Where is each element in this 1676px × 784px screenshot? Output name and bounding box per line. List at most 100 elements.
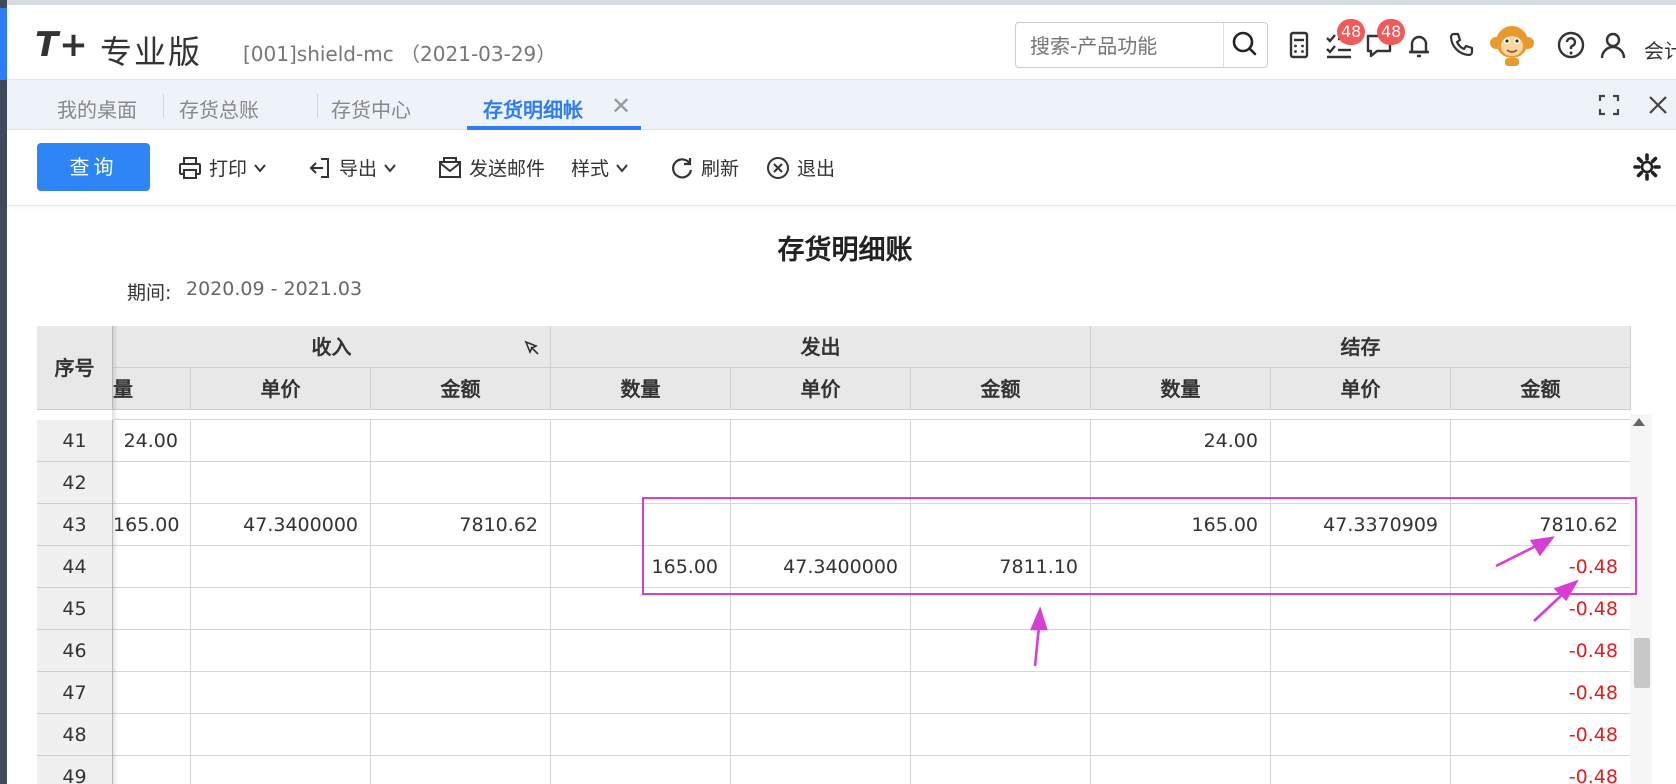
- tab-inventory-ledger[interactable]: 存货总账: [179, 94, 259, 123]
- scroll-up-arrow[interactable]: [1633, 418, 1645, 426]
- settings-icon[interactable]: [1632, 152, 1662, 182]
- print-button[interactable]: 打印: [177, 154, 267, 181]
- avatar[interactable]: [1489, 21, 1535, 67]
- search-button[interactable]: [1223, 23, 1267, 67]
- close-window-icon[interactable]: [1643, 90, 1673, 120]
- table-cell: 165.00: [551, 546, 731, 588]
- period-value: 2020.09 - 2021.03: [186, 278, 363, 300]
- table-cell: [113, 630, 191, 672]
- table-cell: [551, 462, 731, 504]
- message-button[interactable]: 48: [1363, 19, 1406, 61]
- scrollbar-thumb[interactable]: [1634, 638, 1650, 688]
- table-cell: -0.48: [1451, 756, 1631, 784]
- export-label: 导出: [339, 158, 378, 180]
- column-header: 金额: [1451, 368, 1631, 410]
- calculator-icon[interactable]: [1283, 29, 1315, 61]
- phone-icon[interactable]: [1445, 29, 1477, 61]
- search-box[interactable]: [1015, 22, 1268, 68]
- print-icon: [179, 156, 201, 179]
- pin-icon[interactable]: [522, 338, 540, 356]
- style-label: 样式: [571, 158, 610, 180]
- period-label: 期间:: [127, 282, 172, 304]
- frozen-column-shadow: [112, 326, 118, 784]
- group-header: 收入: [113, 326, 551, 368]
- exit-icon: [767, 156, 789, 179]
- row-number: 49: [37, 756, 113, 784]
- table-cell: [191, 756, 371, 784]
- table-cell: [911, 588, 1091, 630]
- send-email-button[interactable]: 发送邮件: [437, 154, 545, 181]
- table-cell: [113, 714, 191, 756]
- table-cell: 7811.10: [911, 546, 1091, 588]
- user-icon[interactable]: [1597, 29, 1629, 61]
- seq-header: 序号: [37, 326, 113, 410]
- table-cell: [371, 630, 551, 672]
- table-cell: [731, 420, 911, 462]
- table-cell: 165.00: [1091, 504, 1271, 546]
- table-cell: [191, 588, 371, 630]
- refresh-label: 刷新: [701, 158, 740, 180]
- exit-button[interactable]: 退出: [765, 154, 835, 181]
- table-cell: -0.48: [1451, 672, 1631, 714]
- vertical-scrollbar[interactable]: [1630, 414, 1652, 784]
- table-cell: [371, 714, 551, 756]
- table-cell: [551, 714, 731, 756]
- query-button[interactable]: 查询: [37, 143, 150, 191]
- logo-edition: 专业版: [100, 33, 203, 71]
- send-email-label: 发送邮件: [469, 158, 546, 180]
- refresh-button[interactable]: 刷新: [669, 154, 739, 181]
- table-cell: [371, 546, 551, 588]
- table-cell: [1091, 714, 1271, 756]
- print-label: 打印: [209, 158, 248, 180]
- row-number: 46: [37, 630, 113, 672]
- table-cell: [113, 756, 191, 784]
- tab-inventory-center[interactable]: 存货中心: [331, 94, 411, 123]
- search-icon: [1232, 31, 1257, 56]
- table-cell: [911, 462, 1091, 504]
- search-input[interactable]: [1030, 33, 1220, 59]
- tab-my-desktop[interactable]: 我的桌面: [57, 94, 137, 123]
- table-cell: [371, 672, 551, 714]
- tab-inventory-detail[interactable]: 存货明细帐: [483, 94, 583, 123]
- role-label[interactable]: 会计: [1644, 35, 1676, 64]
- message-badge: 48: [1377, 19, 1406, 45]
- app-window: T+ 专业版 [001]shield-mc （2021-03-29） 48 48: [0, 0, 1676, 784]
- row-number: 44: [37, 546, 113, 588]
- table-cell: -0.48: [1451, 630, 1631, 672]
- bell-icon[interactable]: [1403, 29, 1435, 61]
- table-cell: [191, 420, 371, 462]
- table-cell: [113, 546, 191, 588]
- table-cell: [191, 714, 371, 756]
- chevron-down-icon: [254, 163, 266, 173]
- export-icon: [309, 157, 329, 178]
- close-icon[interactable]: ✕: [611, 92, 631, 120]
- table-cell: 165.00: [113, 504, 191, 546]
- table-cell: [1271, 588, 1451, 630]
- table-cell: [371, 420, 551, 462]
- table-cell: [731, 588, 911, 630]
- table-cell: [731, 714, 911, 756]
- table-cell: [1271, 672, 1451, 714]
- app-logo: T+: [35, 25, 89, 65]
- table-cell: [911, 504, 1091, 546]
- table-cell: 7810.62: [1451, 504, 1631, 546]
- row-number: 43: [37, 504, 113, 546]
- help-icon[interactable]: [1555, 29, 1587, 61]
- report-title: 存货明细账: [777, 235, 913, 266]
- table-cell: -0.48: [1451, 714, 1631, 756]
- table-cell: [911, 672, 1091, 714]
- table-cell: [1091, 462, 1271, 504]
- exit-label: 退出: [797, 158, 836, 180]
- table-cell: [113, 462, 191, 504]
- email-icon: [439, 156, 461, 178]
- table-cell: [191, 462, 371, 504]
- export-button[interactable]: 导出: [307, 154, 397, 181]
- table-cell: [731, 672, 911, 714]
- task-list-button[interactable]: 48: [1323, 19, 1366, 61]
- row-number: 42: [37, 462, 113, 504]
- tab-separator: [317, 94, 318, 118]
- style-button[interactable]: 样式: [571, 154, 629, 181]
- table-cell: [191, 546, 371, 588]
- table-cell: [1451, 462, 1631, 504]
- fullscreen-icon[interactable]: [1594, 90, 1624, 120]
